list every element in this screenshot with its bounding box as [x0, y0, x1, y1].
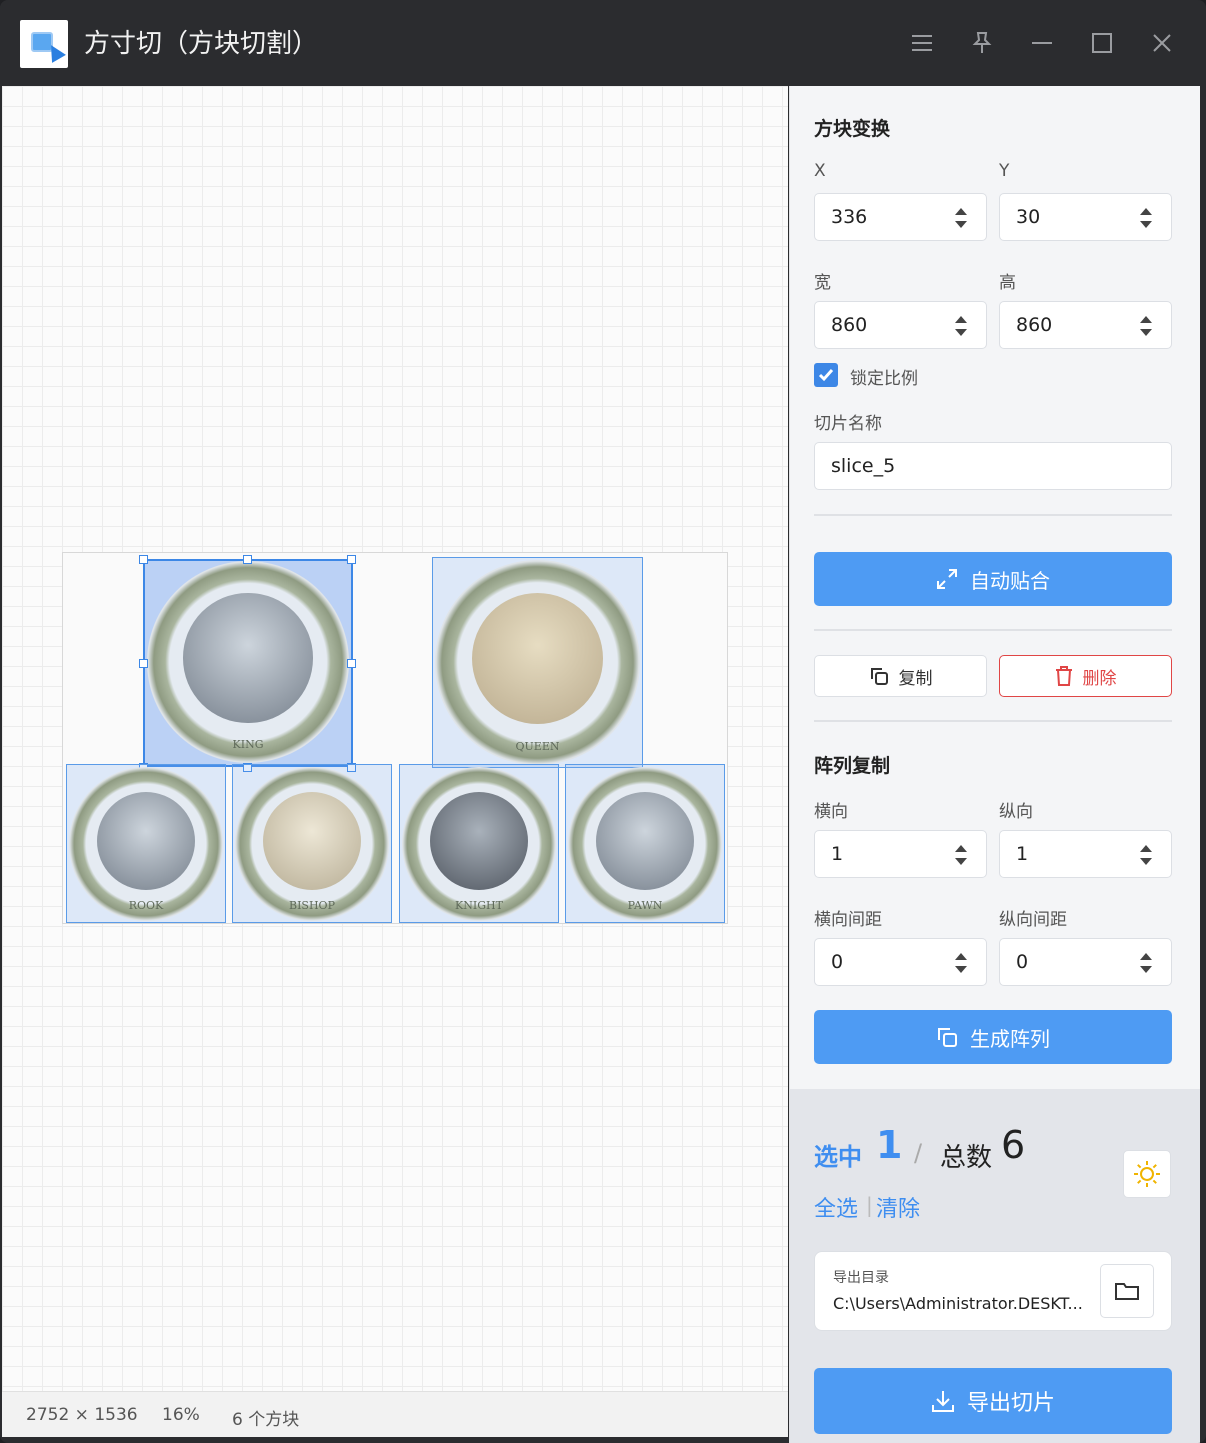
x-input[interactable]: 336: [814, 193, 987, 241]
status-bar: 2752 × 1536 16% 6 个方块: [2, 1391, 788, 1437]
pin-icon[interactable]: [967, 28, 997, 58]
zoom-level: 16%: [162, 1405, 200, 1425]
properties-panel: 方块变换 X Y 336 30 宽 高 860 860 锁定比例 切片名称 sl…: [789, 86, 1200, 1089]
divider: [814, 514, 1172, 516]
x-stepper[interactable]: [954, 208, 968, 228]
download-icon: [931, 1391, 954, 1412]
expand-icon: [937, 569, 957, 589]
resize-handle[interactable]: [139, 659, 148, 668]
title-bar: 方寸切（方块切割）: [0, 0, 1206, 86]
slice-rook[interactable]: ROOK: [66, 764, 226, 923]
copy-icon: [870, 668, 888, 685]
y-input[interactable]: 30: [999, 193, 1172, 241]
maximize-icon[interactable]: [1087, 28, 1117, 58]
array-h-gap-stepper[interactable]: [954, 953, 968, 973]
lock-ratio-label: 锁定比例: [850, 369, 918, 389]
slice-name-input[interactable]: slice_5: [814, 442, 1172, 490]
array-v-label: 纵向: [999, 802, 1033, 822]
array-v-gap-stepper[interactable]: [1139, 953, 1153, 973]
array-v-gap-input[interactable]: 0: [999, 938, 1172, 986]
theme-toggle-button[interactable]: [1123, 1150, 1171, 1198]
knight-medal-image: KNIGHT: [402, 767, 556, 921]
array-v-stepper[interactable]: [1139, 845, 1153, 865]
app-window: 方寸切（方块切割） KING QUEEN ROOK BISHOP KNIGHT …: [0, 0, 1206, 1443]
folder-icon: [1115, 1283, 1139, 1300]
slice-knight[interactable]: KNIGHT: [399, 764, 559, 923]
select-all-link[interactable]: 全选: [814, 1191, 858, 1223]
export-directory-box: 导出目录 C:\Users\Administrator.DESKT...: [814, 1251, 1172, 1331]
export-slices-button[interactable]: 导出切片: [814, 1368, 1172, 1434]
resize-handle[interactable]: [139, 555, 148, 564]
array-v-input[interactable]: 1: [999, 830, 1172, 878]
divider: [814, 720, 1172, 722]
window-title: 方寸切（方块切割）: [84, 29, 319, 59]
width-input[interactable]: 860: [814, 301, 987, 349]
width-label: 宽: [814, 273, 831, 293]
link-separator: |: [866, 1193, 873, 1217]
width-stepper[interactable]: [954, 316, 968, 336]
auto-fit-button[interactable]: 自动贴合: [814, 552, 1172, 606]
slice-king[interactable]: KING: [143, 559, 353, 767]
slice-queen[interactable]: QUEEN: [432, 557, 643, 768]
total-label: 总数: [940, 1143, 993, 1173]
transform-heading: 方块变换: [814, 118, 891, 140]
block-count: 6 个方块: [232, 1410, 300, 1430]
lock-ratio-checkbox[interactable]: [814, 363, 838, 387]
browse-folder-button[interactable]: [1100, 1264, 1154, 1318]
x-label: X: [814, 161, 826, 181]
slice-name-label: 切片名称: [814, 414, 882, 434]
king-medal-image: KING: [147, 561, 349, 763]
export-dir-path: C:\Users\Administrator.DESKT...: [833, 1294, 1083, 1313]
sun-icon: [1134, 1161, 1160, 1187]
total-count: 6: [1001, 1123, 1026, 1167]
source-image: KING QUEEN ROOK BISHOP KNIGHT PAWN: [62, 552, 728, 924]
menu-icon[interactable]: [907, 28, 937, 58]
queen-medal-image: QUEEN: [435, 560, 640, 765]
rook-medal-image: ROOK: [69, 767, 223, 921]
copy-button[interactable]: 复制: [814, 655, 987, 697]
generate-array-button[interactable]: 生成阵列: [814, 1010, 1172, 1064]
resize-handle[interactable]: [347, 659, 356, 668]
copy-icon: [938, 1028, 957, 1047]
array-h-gap-input[interactable]: 0: [814, 938, 987, 986]
height-stepper[interactable]: [1139, 316, 1153, 336]
y-label: Y: [999, 161, 1010, 181]
y-stepper[interactable]: [1139, 208, 1153, 228]
image-dimensions: 2752 × 1536: [26, 1405, 138, 1425]
array-heading: 阵列复制: [814, 755, 891, 777]
array-v-gap-label: 纵向间距: [999, 910, 1067, 930]
close-icon[interactable]: [1147, 28, 1177, 58]
array-h-input[interactable]: 1: [814, 830, 987, 878]
resize-handle[interactable]: [243, 555, 252, 564]
height-label: 高: [999, 273, 1016, 293]
array-h-label: 横向: [814, 802, 848, 822]
count-divider: /: [914, 1139, 923, 1167]
editor-canvas[interactable]: KING QUEEN ROOK BISHOP KNIGHT PAWN: [2, 86, 788, 1391]
divider: [814, 629, 1172, 631]
trash-icon: [1055, 666, 1072, 686]
array-h-stepper[interactable]: [954, 845, 968, 865]
pawn-medal-image: PAWN: [568, 767, 722, 921]
app-logo-icon: [20, 20, 68, 68]
minimize-icon[interactable]: [1027, 28, 1057, 58]
array-h-gap-label: 横向间距: [814, 910, 882, 930]
selected-label: 选中: [814, 1143, 862, 1171]
delete-button[interactable]: 删除: [999, 655, 1172, 697]
slice-pawn[interactable]: PAWN: [565, 764, 725, 923]
bishop-medal-image: BISHOP: [235, 767, 389, 921]
resize-handle[interactable]: [347, 555, 356, 564]
clear-link[interactable]: 清除: [876, 1191, 920, 1223]
export-dir-label: 导出目录: [833, 1270, 889, 1286]
selected-count: 1: [876, 1123, 903, 1167]
summary-panel: 选中 1 / 总数 6 全选 | 清除 导出目录 C:\Users\Admini…: [789, 1089, 1200, 1443]
slice-bishop[interactable]: BISHOP: [232, 764, 392, 923]
height-input[interactable]: 860: [999, 301, 1172, 349]
